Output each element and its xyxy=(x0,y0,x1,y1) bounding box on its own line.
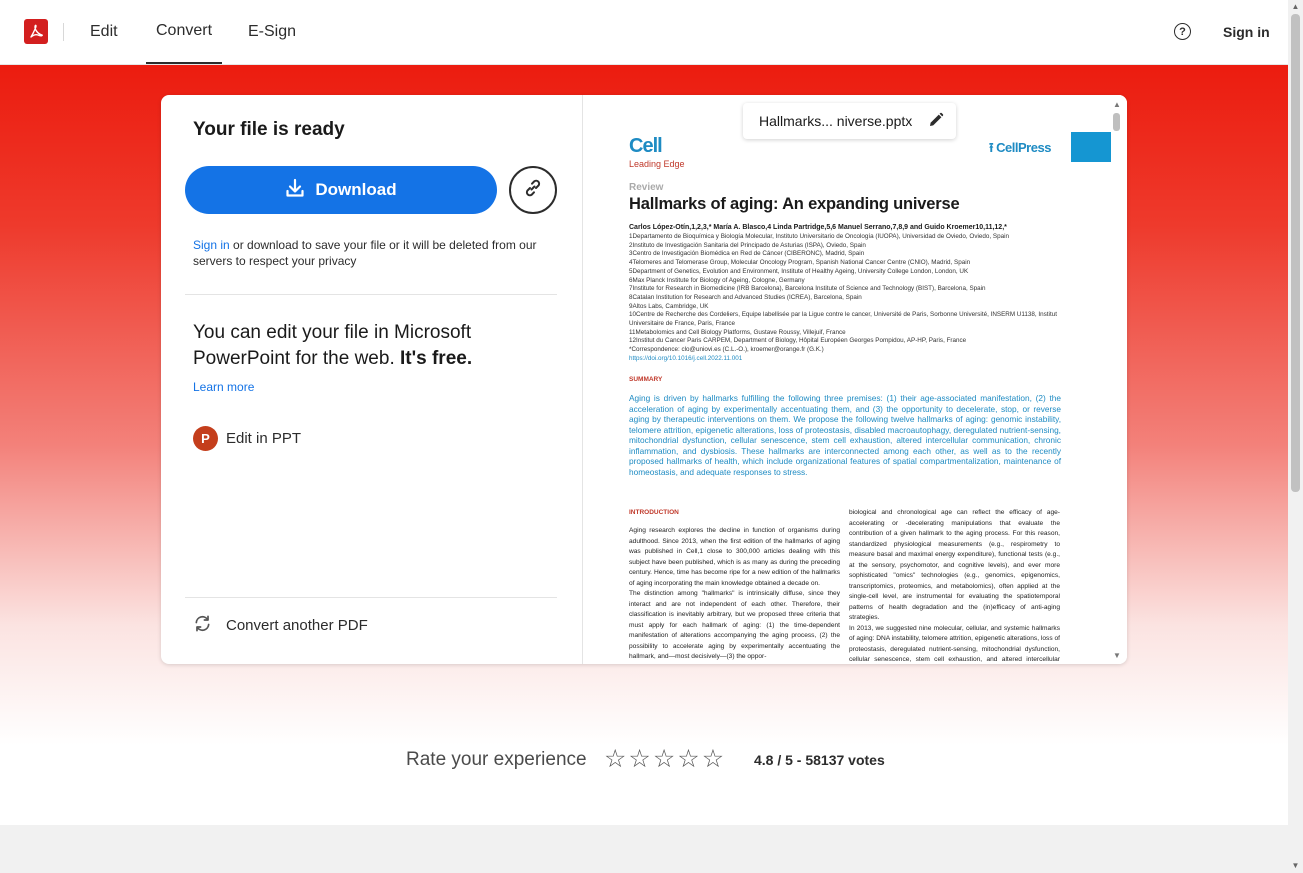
scroll-up-arrow-icon[interactable]: ▲ xyxy=(1291,3,1300,11)
affiliation-line: 9Altos Labs, Cambridge, UK xyxy=(629,302,709,310)
tab-convert[interactable]: Convert xyxy=(146,0,223,64)
summary-text: Aging is driven by hallmarks fulfilling … xyxy=(629,393,1061,477)
journal-color-block xyxy=(1071,132,1111,162)
download-icon xyxy=(285,178,305,203)
rate-experience-label: Rate your experience xyxy=(406,749,587,770)
star-icon[interactable]: ☆ xyxy=(653,746,675,772)
body-column-left: Aging research explores the decline in f… xyxy=(629,527,840,660)
divider xyxy=(63,23,64,41)
notice-sign-in-link[interactable]: Sign in xyxy=(193,238,230,252)
publisher-logo: ⭱ CellPress xyxy=(989,140,1051,155)
star-icon[interactable]: ☆ xyxy=(677,746,699,772)
affiliation-line: 6Max Planck Institute for Biology of Age… xyxy=(629,276,805,284)
affiliations: 1Departamento de Bioquímica y Biología M… xyxy=(629,233,1061,364)
edit-in-ppt-label: Edit in PPT xyxy=(226,430,302,447)
notice-text: or download to save your file or it will… xyxy=(193,238,537,268)
save-notice: Sign in or download to save your file or… xyxy=(193,237,553,269)
refresh-icon xyxy=(193,614,212,637)
top-bar: Edit Convert E-Sign ? Sign in xyxy=(0,0,1288,65)
result-card: Your file is ready Download Sign in or d… xyxy=(161,95,1127,664)
panel-title: Your file is ready xyxy=(193,119,345,140)
convert-another-button[interactable]: Convert another PDF xyxy=(193,614,368,637)
introduction-heading: INTRODUCTION xyxy=(629,509,679,516)
affiliation-line: 10Centre de Recherche des Cordeliers, Eq… xyxy=(629,311,1057,328)
affiliation-line: 2Instituto de Investigación Sanitaria de… xyxy=(629,241,866,249)
affiliation-line: 5Department of Genetics, Evolution and E… xyxy=(629,267,969,275)
sign-in-link[interactable]: Sign in xyxy=(1223,24,1270,40)
preview-scroll-up-icon[interactable]: ▲ xyxy=(1113,100,1121,109)
footer-area xyxy=(0,825,1288,873)
star-icon[interactable]: ☆ xyxy=(604,746,626,772)
pencil-icon[interactable] xyxy=(928,112,944,131)
question-circle-icon[interactable]: ? xyxy=(1174,23,1191,40)
tab-edit[interactable]: Edit xyxy=(90,0,118,64)
share-link-button[interactable] xyxy=(509,166,557,214)
divider xyxy=(185,597,557,598)
article-authors: Carlos López-Otín,1,2,3,* María A. Blasc… xyxy=(629,224,1007,231)
learn-more-link[interactable]: Learn more xyxy=(193,380,254,394)
acrobat-logo-icon[interactable] xyxy=(24,19,48,44)
affiliation-line: 7Institute for Research in Biomedicine (… xyxy=(629,285,986,293)
affiliation-line: *Correspondence: clo@uniovi.es (C.L.-O.)… xyxy=(629,346,824,354)
affiliation-line: 3Centro de Investigación Biomédica en Re… xyxy=(629,250,865,258)
scroll-down-arrow-icon[interactable]: ▼ xyxy=(1291,862,1300,870)
link-icon xyxy=(522,177,544,204)
affiliation-line: 12Institut du Cancer Paris CARPEM, Depar… xyxy=(629,337,967,345)
powerpoint-icon: P xyxy=(193,426,218,451)
convert-another-label: Convert another PDF xyxy=(226,617,368,634)
journal-logo: Cell xyxy=(629,135,663,157)
tab-e-sign[interactable]: E-Sign xyxy=(248,0,296,64)
body-column-right: biological and chronological age can ref… xyxy=(849,509,1060,663)
download-label: Download xyxy=(315,180,397,199)
scrollbar-thumb[interactable] xyxy=(1291,14,1300,492)
download-button[interactable]: Download xyxy=(185,166,497,214)
rating-score: 4.8 / 5 - 58137 votes xyxy=(754,752,885,768)
summary-heading: SUMMARY xyxy=(629,376,663,383)
affiliation-line: 1Departamento de Bioquímica y Biología M… xyxy=(629,233,1009,240)
doi-link: https://doi.org/10.1016/j.cell.2022.11.0… xyxy=(629,354,743,362)
file-preview[interactable]: Hallmarks... niverse.pptx Cell Leading E… xyxy=(583,95,1127,664)
star-icon[interactable]: ☆ xyxy=(702,746,724,772)
affiliation-line: 8Catalan Institution for Research and Ad… xyxy=(629,293,862,301)
filename: Hallmarks... niverse.pptx xyxy=(759,113,913,129)
divider xyxy=(185,294,557,295)
preview-scroll-down-icon[interactable]: ▼ xyxy=(1113,651,1121,660)
star-icon[interactable]: ☆ xyxy=(628,746,650,772)
edit-promo-title: You can edit your file in Microsoft Powe… xyxy=(193,320,523,372)
actions-panel: Your file is ready Download Sign in or d… xyxy=(161,95,583,664)
journal-section: Leading Edge xyxy=(629,159,685,169)
star-rating[interactable]: ☆ ☆ ☆ ☆ ☆ xyxy=(604,746,724,772)
edit-in-ppt-button[interactable]: P Edit in PPT xyxy=(193,426,301,451)
preview-scrollbar-thumb[interactable] xyxy=(1113,113,1120,131)
article-type: Review xyxy=(629,182,664,193)
affiliation-line: 4Telomeres and Telomerase Group, Molecul… xyxy=(629,259,971,267)
affiliation-line: 11Metabolomics and Cell Biology Platform… xyxy=(629,328,846,336)
filename-chip[interactable]: Hallmarks... niverse.pptx xyxy=(743,103,957,139)
article-title: Hallmarks of aging: An expanding univers… xyxy=(629,195,960,213)
edit-promo-free: It's free. xyxy=(400,348,473,369)
